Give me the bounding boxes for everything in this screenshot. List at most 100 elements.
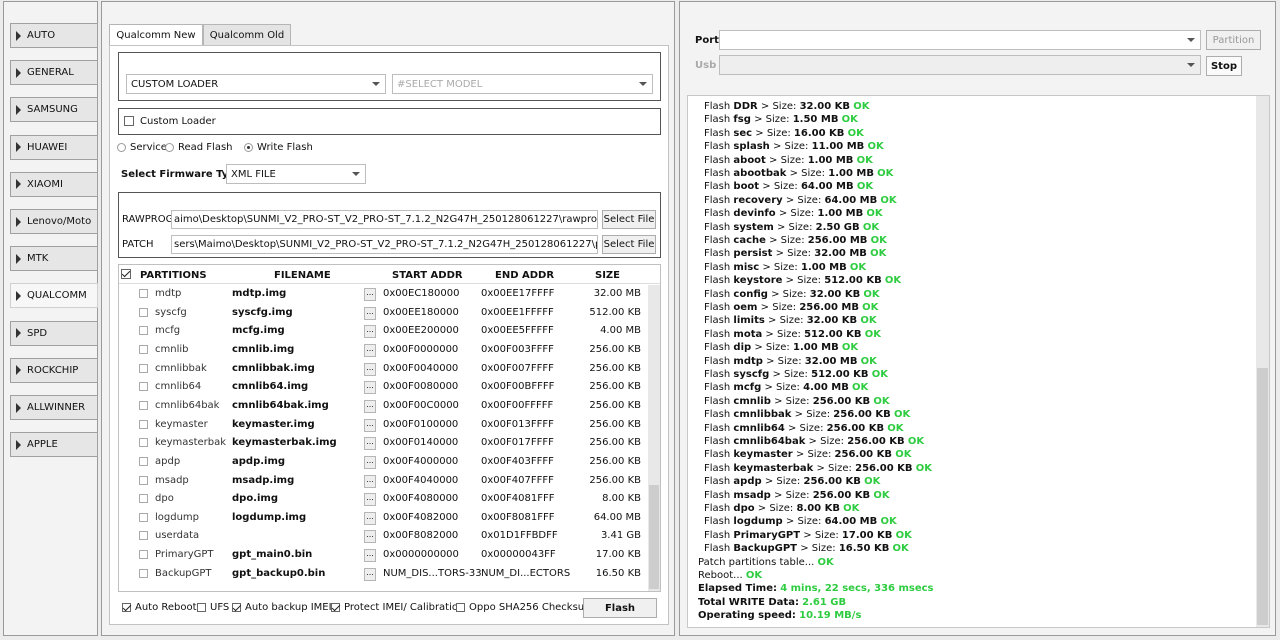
browse-button[interactable]: ... [364,288,376,301]
option-checkbox[interactable] [331,603,340,612]
log-flash-word: Flash [704,154,731,166]
usb-select[interactable] [719,55,1201,75]
mode-read-flash-radio[interactable]: Read Flash [165,142,233,154]
nav-item-qualcomm[interactable]: QUALCOMM [10,283,98,309]
browse-button[interactable]: ... [364,362,376,376]
browse-button[interactable]: ... [364,493,376,507]
row-checkbox[interactable] [139,531,148,541]
row-checkbox[interactable] [139,400,148,410]
tab-qualcomm-new[interactable]: Qualcomm New [109,24,203,46]
browse-button[interactable]: ... [364,381,376,395]
nav-item-mtk[interactable]: MTK [10,246,98,272]
radio-circle[interactable] [244,143,253,152]
custom-loader-checkbox[interactable] [124,116,134,126]
select-all-checkbox[interactable] [121,269,131,279]
browse-button[interactable]: ... [364,511,376,525]
patch-path-input[interactable]: sers\Maimo\Desktop\SUNMI_V2_PRO-ST_V2_PR… [171,235,598,254]
option-checkbox[interactable] [232,603,241,612]
row-checkbox[interactable] [139,344,148,354]
partition-button[interactable]: Partition [1206,30,1261,50]
tab-qualcomm-old[interactable]: Qualcomm Old [203,24,291,46]
size: 256.00 KB [589,362,641,374]
browse-button[interactable]: ... [364,437,376,451]
browse-button[interactable]: ... [364,455,376,469]
nav-item-apple[interactable]: APPLE [10,432,98,458]
mode-service-radio[interactable]: Service [117,142,167,154]
option-auto-backup-imei[interactable]: Auto backup IMEI [232,602,332,614]
nav-item-lenovo-moto[interactable]: Lenovo/Moto [10,209,98,234]
row-checkbox[interactable] [139,456,148,466]
stop-button[interactable]: Stop [1206,56,1242,76]
nav-item-samsung[interactable]: SAMSUNG [10,97,98,123]
row-checkbox[interactable] [139,475,148,485]
nav-item-auto[interactable]: AUTO [10,23,98,48]
log-partition: recovery [733,194,783,206]
log-flash-word: Flash [704,235,731,246]
row-checkbox[interactable] [139,382,148,392]
log-speed-value: 10.19 MB/s [799,610,862,622]
partition-name: cmnlib64bak [155,399,220,411]
table-scrollbar[interactable] [648,285,660,591]
nav-item-spd[interactable]: SPD [10,320,98,346]
row-checkbox[interactable] [139,512,148,522]
browse-button[interactable]: ... [364,343,376,357]
option-oppo-sha256-checksum[interactable]: Oppo SHA256 Checksum [456,602,594,614]
nav-item-label: GENERAL [27,67,74,79]
row-checkbox[interactable] [139,568,148,578]
model-select[interactable]: #SELECT MODEL [392,74,653,94]
row-checkbox[interactable] [139,438,148,448]
log-size-word: > Size: [760,101,797,112]
row-checkbox[interactable] [139,363,148,373]
option-ufs[interactable]: UFS [197,602,229,614]
table-row: userdata... 0x00F8082000 0x01D1FFBDFF 3.41 … [119,527,647,546]
nav-item-label: ALLWINNER [27,402,86,413]
option-checkbox[interactable] [122,603,131,612]
table-scrollbar-thumb[interactable] [649,485,659,589]
log-speed-label: Operating speed: [698,610,796,622]
nav-item-xiaomi[interactable]: XIAOMI [10,171,98,197]
browse-button[interactable]: ... [364,530,376,544]
log-ok: OK [852,382,869,394]
rawprog-select-file-button[interactable]: Select File [602,210,656,229]
loader-select[interactable]: CUSTOM LOADER [126,74,386,94]
row-checkbox[interactable] [139,419,148,429]
log-line: Flash persist > Size: 32.00 MB OK [704,248,886,259]
browse-button[interactable]: ... [364,399,376,413]
log-elapsed: Elapsed Time: 4 mins, 22 secs, 336 msecs [698,583,934,594]
mode-write-flash-radio[interactable]: Write Flash [244,142,313,154]
firmware-type-select[interactable]: XML FILE [226,164,366,184]
log-flash-word: Flash [704,315,731,327]
end-addr: NUM_DI...ECTORS [481,567,571,579]
triangle-right-icon [16,216,21,227]
row-checkbox[interactable] [139,326,148,336]
triangle-right-icon [16,179,21,190]
row-checkbox[interactable] [139,307,148,317]
option-protect-imei-calibration[interactable]: Protect IMEI/ Calibration [331,602,464,614]
option-auto-reboot[interactable]: Auto Reboot [122,602,197,614]
nav-item-general[interactable]: GENERAL [10,60,98,86]
log-scrollbar-thumb[interactable] [1257,368,1268,625]
log-partition: cmnlib64 [733,422,785,434]
browse-button[interactable]: ... [364,418,376,432]
port-select[interactable] [719,30,1201,50]
row-checkbox[interactable] [139,289,148,298]
radio-circle[interactable] [165,143,174,152]
patch-select-file-button[interactable]: Select File [602,235,656,254]
flash-button[interactable]: Flash [583,598,657,618]
option-checkbox[interactable] [197,603,206,612]
browse-button[interactable]: ... [364,567,376,581]
radio-circle[interactable] [117,143,126,152]
row-checkbox[interactable] [139,494,148,504]
nav-item-huawei[interactable]: HUAWEI [10,134,98,160]
nav-item-rockchip[interactable]: ROCKCHIP [10,357,98,383]
browse-button[interactable]: ... [364,306,376,320]
nav-item-allwinner[interactable]: ALLWINNER [10,395,98,420]
browse-button[interactable]: ... [364,549,376,563]
rawprog-path-input[interactable]: aimo\Desktop\SUNMI_V2_PRO-ST_V2_PRO-ST_7… [171,210,598,229]
option-checkbox[interactable] [456,603,465,612]
browse-button[interactable]: ... [364,325,376,339]
log-scrollbar[interactable] [1256,96,1269,627]
row-checkbox[interactable] [139,550,148,560]
browse-button[interactable]: ... [364,474,376,488]
log-size-word: > Size: [803,529,839,541]
